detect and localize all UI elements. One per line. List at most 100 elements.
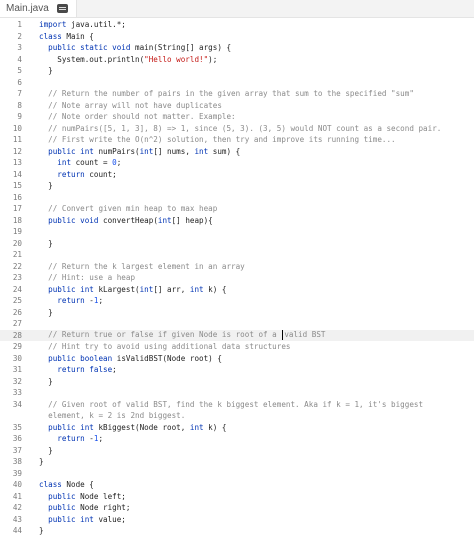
code-line[interactable]: 14 return count; bbox=[0, 169, 474, 181]
code-token: int bbox=[139, 146, 154, 156]
code-text[interactable]: // Return true or false if given Node is… bbox=[39, 330, 325, 341]
code-text[interactable]: } bbox=[39, 239, 53, 248]
line-number: 32 bbox=[12, 376, 22, 386]
code-text[interactable]: public int kBiggest(Node root, int k) { bbox=[39, 423, 226, 432]
code-line[interactable]: 6 bbox=[0, 77, 474, 89]
code-text[interactable]: public static void main(String[] args) { bbox=[39, 43, 231, 52]
line-number: 37 bbox=[12, 445, 22, 455]
code-text[interactable]: } bbox=[39, 446, 53, 455]
code-line[interactable]: 10 // numPairs([5, 1, 3], 8) => 1, since… bbox=[0, 123, 474, 135]
code-text[interactable]: public void convertHeap(int[] heap){ bbox=[39, 216, 213, 225]
code-line[interactable]: 11 // First write the O(n^2) solution, t… bbox=[0, 134, 474, 146]
code-line[interactable]: 39 bbox=[0, 468, 474, 480]
code-text[interactable]: } bbox=[39, 377, 53, 386]
code-text[interactable]: int count = 0; bbox=[39, 158, 121, 167]
code-line[interactable]: 33 bbox=[0, 387, 474, 399]
code-text[interactable]: public boolean isValidBST(Node root) { bbox=[39, 354, 222, 363]
code-line[interactable]: 9 // Note order should not matter. Examp… bbox=[0, 111, 474, 123]
code-line[interactable]: 26 } bbox=[0, 307, 474, 319]
code-line[interactable]: 4 System.out.println("Hello world!"); bbox=[0, 54, 474, 66]
code-line[interactable]: 30 public boolean isValidBST(Node root) … bbox=[0, 353, 474, 365]
code-text[interactable]: // Return the number of pairs in the giv… bbox=[39, 89, 414, 98]
code-line[interactable]: 37 } bbox=[0, 445, 474, 457]
code-token: // Hint: use a heap bbox=[48, 273, 136, 283]
code-line[interactable]: 19 bbox=[0, 226, 474, 238]
code-text[interactable]: // Return the k largest element in an ar… bbox=[39, 262, 245, 271]
code-line[interactable]: 40 class Node { bbox=[0, 479, 474, 491]
code-text[interactable]: public int kLargest(int[] arr, int k) { bbox=[39, 285, 226, 294]
code-line[interactable]: 12 public int numPairs(int[] nums, int s… bbox=[0, 146, 474, 158]
code-text[interactable]: } bbox=[39, 457, 44, 466]
code-line[interactable]: 31 return false; bbox=[0, 364, 474, 376]
line-number: 22 bbox=[12, 261, 22, 271]
code-text[interactable]: // numPairs([5, 1, 3], 8) => 1, since (5… bbox=[39, 124, 441, 133]
code-text[interactable]: // First write the O(n^2) solution, then… bbox=[39, 135, 395, 144]
code-line[interactable]: 23 // Hint: use a heap bbox=[0, 272, 474, 284]
code-line[interactable]: 13 int count = 0; bbox=[0, 157, 474, 169]
code-text[interactable]: return count; bbox=[39, 170, 116, 179]
code-text[interactable]: element, k = 2 is 2nd biggest. bbox=[39, 411, 185, 420]
code-text[interactable]: return false; bbox=[39, 365, 116, 374]
code-line[interactable]: 15 } bbox=[0, 180, 474, 192]
code-text[interactable]: class Main { bbox=[39, 32, 94, 41]
code-text[interactable]: class Node { bbox=[39, 480, 94, 489]
code-token: // Return the number of pairs in the giv… bbox=[48, 89, 414, 99]
code-line[interactable]: 18 public void convertHeap(int[] heap){ bbox=[0, 215, 474, 227]
line-number: 7 bbox=[17, 89, 22, 99]
code-text[interactable]: // Note array will not have duplicates bbox=[39, 101, 222, 110]
code-text[interactable]: return -1; bbox=[39, 434, 103, 443]
code-line[interactable]: 16 bbox=[0, 192, 474, 204]
line-number: 19 bbox=[12, 227, 22, 237]
code-line[interactable]: 2 class Main { bbox=[0, 31, 474, 43]
code-text[interactable]: import java.util.*; bbox=[39, 20, 126, 29]
code-text[interactable]: public Node right; bbox=[39, 503, 130, 512]
code-text[interactable]: } bbox=[39, 526, 44, 535]
code-line[interactable]: 42 public Node right; bbox=[0, 502, 474, 514]
code-line[interactable]: 36 return -1; bbox=[0, 433, 474, 445]
code-line[interactable]: 24 public int kLargest(int[] arr, int k)… bbox=[0, 284, 474, 296]
code-line[interactable]: 25 return -1; bbox=[0, 295, 474, 307]
code-text[interactable]: public int numPairs(int[] nums, int sum)… bbox=[39, 147, 240, 156]
code-text[interactable]: // Hint: use a heap bbox=[39, 273, 135, 282]
code-line[interactable]: 1 import java.util.*; bbox=[0, 19, 474, 31]
code-line[interactable]: 22 // Return the k largest element in an… bbox=[0, 261, 474, 273]
code-token: main(String[] args) { bbox=[130, 43, 232, 53]
code-line[interactable]: 21 bbox=[0, 249, 474, 261]
code-token: value; bbox=[93, 514, 126, 524]
code-text[interactable]: } bbox=[39, 308, 53, 317]
code-text[interactable]: System.out.println("Hello world!"); bbox=[39, 55, 217, 64]
code-text[interactable]: } bbox=[39, 66, 53, 75]
code-line[interactable]: 17 // Convert given min heap to max heap bbox=[0, 203, 474, 215]
code-line[interactable]: 3 public static void main(String[] args)… bbox=[0, 42, 474, 54]
code-line[interactable]: 41 public Node left; bbox=[0, 491, 474, 503]
code-line[interactable]: 44} bbox=[0, 525, 474, 537]
code-text[interactable]: // Convert given min heap to max heap bbox=[39, 204, 217, 213]
code-line[interactable]: 27 bbox=[0, 318, 474, 330]
code-line[interactable]: 8 // Note array will not have duplicates bbox=[0, 100, 474, 112]
code-line[interactable]: 32 } bbox=[0, 376, 474, 388]
code-editor[interactable]: 1 import java.util.*; 2 class Main {3 publi… bbox=[0, 18, 474, 537]
code-line[interactable]: 43 public int value; bbox=[0, 514, 474, 526]
code-line[interactable]: 38} bbox=[0, 456, 474, 468]
code-text[interactable]: // Note order should not matter. Example… bbox=[39, 112, 235, 121]
code-line-wrap[interactable]: element, k = 2 is 2nd biggest. bbox=[0, 410, 474, 422]
code-text[interactable]: return -1; bbox=[39, 296, 103, 305]
code-text[interactable]: // Hint try to avoid using additional da… bbox=[39, 342, 290, 351]
code-line[interactable]: 20 } bbox=[0, 238, 474, 250]
code-line[interactable]: 5 } bbox=[0, 65, 474, 77]
line-number: 14 bbox=[12, 169, 22, 179]
code-text[interactable]: public int value; bbox=[39, 515, 126, 524]
doc-icon[interactable] bbox=[56, 4, 68, 13]
code-line[interactable]: 35 public int kBiggest(Node root, int k)… bbox=[0, 422, 474, 434]
code-text[interactable]: // Given root of valid BST, find the k b… bbox=[39, 400, 423, 409]
code-token: } bbox=[39, 457, 44, 467]
code-line[interactable]: 34 // Given root of valid BST, find the … bbox=[0, 399, 474, 411]
file-tab[interactable]: Main.java bbox=[0, 0, 77, 17]
code-text[interactable]: } bbox=[39, 181, 53, 190]
code-line[interactable]: 7 // Return the number of pairs in the g… bbox=[0, 88, 474, 100]
code-line[interactable]: 28 // Return true or false if given Node… bbox=[0, 329, 474, 341]
code-text[interactable]: public Node left; bbox=[39, 492, 126, 501]
code-token: } bbox=[39, 66, 53, 76]
code-line[interactable]: 29 // Hint try to avoid using additional… bbox=[0, 341, 474, 353]
